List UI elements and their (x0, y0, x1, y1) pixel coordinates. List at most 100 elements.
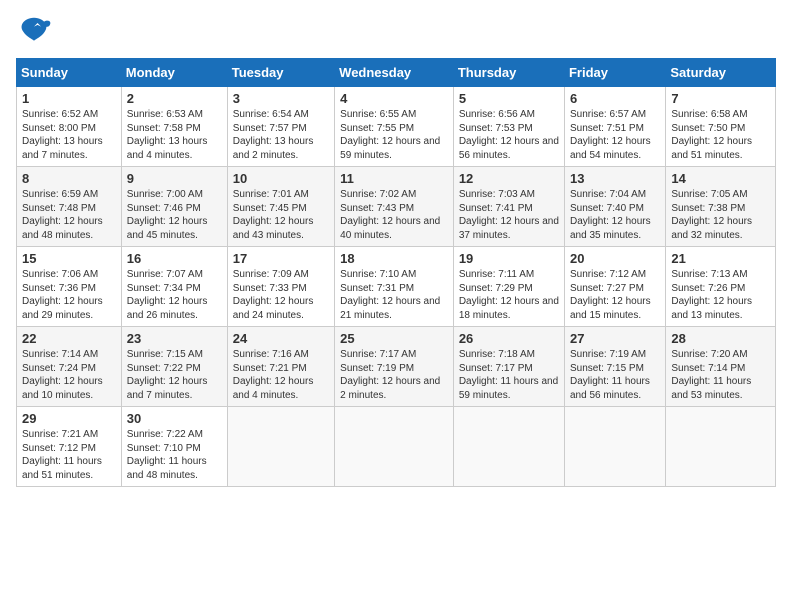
calendar-cell: 4 Sunrise: 6:55 AMSunset: 7:55 PMDaylight… (335, 87, 454, 167)
calendar-cell: 25 Sunrise: 7:17 AMSunset: 7:19 PMDayligh… (335, 327, 454, 407)
calendar-cell: 26Sunrise: 7:18 AMSunset: 7:17 PMDayligh… (453, 327, 564, 407)
day-number: 6 (570, 91, 660, 106)
day-number: 20 (570, 251, 660, 266)
day-content: Sunrise: 6:59 AMSunset: 7:48 PMDaylight:… (22, 188, 116, 242)
day-number: 25 (340, 331, 448, 346)
calendar-week-row: 29 Sunrise: 7:21 AMSunset: 7:12 PMDayligh… (17, 407, 776, 487)
calendar-cell: 9 Sunrise: 7:00 AMSunset: 7:46 PMDaylight… (121, 167, 227, 247)
day-number: 2 (127, 91, 222, 106)
day-number: 8 (22, 171, 116, 186)
column-header-friday: Friday (564, 59, 665, 87)
day-number: 29 (22, 411, 116, 426)
day-number: 3 (233, 91, 329, 106)
calendar-week-row: 22 Sunrise: 7:14 AMSunset: 7:24 PMDayligh… (17, 327, 776, 407)
day-content: Sunrise: 7:07 AMSunset: 7:34 PMDaylight:… (127, 268, 222, 322)
calendar-cell (335, 407, 454, 487)
column-header-wednesday: Wednesday (335, 59, 454, 87)
calendar-cell: 27Sunrise: 7:19 AMSunset: 7:15 PMDayligh… (564, 327, 665, 407)
day-content: Sunrise: 6:55 AMSunset: 7:55 PMDaylight:… (340, 108, 448, 162)
calendar-cell: 13 Sunrise: 7:04 AMSunset: 7:40 PMDayligh… (564, 167, 665, 247)
calendar-week-row: 8 Sunrise: 6:59 AMSunset: 7:48 PMDaylight… (17, 167, 776, 247)
column-header-monday: Monday (121, 59, 227, 87)
calendar-cell: 11Sunrise: 7:02 AMSunset: 7:43 PMDayligh… (335, 167, 454, 247)
day-content: Sunrise: 7:01 AMSunset: 7:45 PMDaylight:… (233, 188, 329, 242)
day-content: Sunrise: 7:00 AMSunset: 7:46 PMDaylight:… (127, 188, 222, 242)
day-number: 26 (459, 331, 559, 346)
day-content: Sunrise: 7:03 AMSunset: 7:41 PMDaylight:… (459, 188, 559, 242)
calendar-week-row: 15Sunrise: 7:06 AMSunset: 7:36 PMDayligh… (17, 247, 776, 327)
logo (16, 16, 56, 46)
day-content: Sunrise: 7:15 AMSunset: 7:22 PMDaylight:… (127, 348, 222, 402)
calendar-cell: 1 Sunrise: 6:52 AMSunset: 8:00 PMDaylight… (17, 87, 122, 167)
calendar-cell: 7Sunrise: 6:58 AMSunset: 7:50 PMDaylight… (666, 87, 776, 167)
day-content: Sunrise: 7:06 AMSunset: 7:36 PMDaylight:… (22, 268, 116, 322)
calendar-table: SundayMondayTuesdayWednesdayThursdayFrid… (16, 58, 776, 487)
day-content: Sunrise: 7:05 AMSunset: 7:38 PMDaylight:… (671, 188, 770, 242)
day-number: 16 (127, 251, 222, 266)
day-content: Sunrise: 6:52 AMSunset: 8:00 PMDaylight:… (22, 108, 116, 162)
day-content: Sunrise: 6:58 AMSunset: 7:50 PMDaylight:… (671, 108, 770, 162)
day-number: 4 (340, 91, 448, 106)
calendar-cell: 5Sunrise: 6:56 AMSunset: 7:53 PMDaylight… (453, 87, 564, 167)
calendar-cell: 10 Sunrise: 7:01 AMSunset: 7:45 PMDayligh… (227, 167, 334, 247)
day-number: 14 (671, 171, 770, 186)
column-header-sunday: Sunday (17, 59, 122, 87)
calendar-cell: 21 Sunrise: 7:13 AMSunset: 7:26 PMDayligh… (666, 247, 776, 327)
day-content: Sunrise: 7:02 AMSunset: 7:43 PMDaylight:… (340, 188, 448, 242)
day-number: 12 (459, 171, 559, 186)
calendar-cell: 18 Sunrise: 7:10 AMSunset: 7:31 PMDayligh… (335, 247, 454, 327)
calendar-cell (227, 407, 334, 487)
column-header-thursday: Thursday (453, 59, 564, 87)
calendar-cell: 14 Sunrise: 7:05 AMSunset: 7:38 PMDayligh… (666, 167, 776, 247)
day-number: 28 (671, 331, 770, 346)
calendar-cell: 8 Sunrise: 6:59 AMSunset: 7:48 PMDaylight… (17, 167, 122, 247)
calendar-cell: 28 Sunrise: 7:20 AMSunset: 7:14 PMDayligh… (666, 327, 776, 407)
calendar-cell (666, 407, 776, 487)
day-content: Sunrise: 7:04 AMSunset: 7:40 PMDaylight:… (570, 188, 660, 242)
day-content: Sunrise: 7:20 AMSunset: 7:14 PMDaylight:… (671, 348, 770, 402)
day-number: 5 (459, 91, 559, 106)
day-content: Sunrise: 7:22 AMSunset: 7:10 PMDaylight:… (127, 428, 222, 482)
calendar-cell: 2 Sunrise: 6:53 AMSunset: 7:58 PMDaylight… (121, 87, 227, 167)
day-content: Sunrise: 7:17 AMSunset: 7:19 PMDaylight:… (340, 348, 448, 402)
day-content: Sunrise: 7:21 AMSunset: 7:12 PMDaylight:… (22, 428, 116, 482)
day-number: 30 (127, 411, 222, 426)
day-content: Sunrise: 7:12 AMSunset: 7:27 PMDaylight:… (570, 268, 660, 322)
calendar-cell: 15Sunrise: 7:06 AMSunset: 7:36 PMDayligh… (17, 247, 122, 327)
calendar-cell: 30 Sunrise: 7:22 AMSunset: 7:10 PMDayligh… (121, 407, 227, 487)
calendar-cell: 12 Sunrise: 7:03 AMSunset: 7:41 PMDayligh… (453, 167, 564, 247)
day-content: Sunrise: 7:16 AMSunset: 7:21 PMDaylight:… (233, 348, 329, 402)
calendar-cell: 24Sunrise: 7:16 AMSunset: 7:21 PMDayligh… (227, 327, 334, 407)
day-content: Sunrise: 7:14 AMSunset: 7:24 PMDaylight:… (22, 348, 116, 402)
day-number: 19 (459, 251, 559, 266)
day-number: 21 (671, 251, 770, 266)
logo-icon (16, 16, 52, 46)
calendar-header-row: SundayMondayTuesdayWednesdayThursdayFrid… (17, 59, 776, 87)
calendar-cell: 19 Sunrise: 7:11 AMSunset: 7:29 PMDayligh… (453, 247, 564, 327)
day-number: 23 (127, 331, 222, 346)
calendar-cell (453, 407, 564, 487)
day-content: Sunrise: 7:13 AMSunset: 7:26 PMDaylight:… (671, 268, 770, 322)
calendar-cell: 3 Sunrise: 6:54 AMSunset: 7:57 PMDaylight… (227, 87, 334, 167)
calendar-week-row: 1 Sunrise: 6:52 AMSunset: 8:00 PMDaylight… (17, 87, 776, 167)
day-content: Sunrise: 7:09 AMSunset: 7:33 PMDaylight:… (233, 268, 329, 322)
day-content: Sunrise: 6:53 AMSunset: 7:58 PMDaylight:… (127, 108, 222, 162)
day-content: Sunrise: 6:54 AMSunset: 7:57 PMDaylight:… (233, 108, 329, 162)
calendar-cell: 6 Sunrise: 6:57 AMSunset: 7:51 PMDaylight… (564, 87, 665, 167)
day-number: 13 (570, 171, 660, 186)
column-header-saturday: Saturday (666, 59, 776, 87)
calendar-cell: 20 Sunrise: 7:12 AMSunset: 7:27 PMDayligh… (564, 247, 665, 327)
day-number: 1 (22, 91, 116, 106)
day-content: Sunrise: 6:57 AMSunset: 7:51 PMDaylight:… (570, 108, 660, 162)
day-content: Sunrise: 7:10 AMSunset: 7:31 PMDaylight:… (340, 268, 448, 322)
day-content: Sunrise: 7:11 AMSunset: 7:29 PMDaylight:… (459, 268, 559, 322)
day-number: 18 (340, 251, 448, 266)
calendar-cell: 17Sunrise: 7:09 AMSunset: 7:33 PMDayligh… (227, 247, 334, 327)
day-content: Sunrise: 7:19 AMSunset: 7:15 PMDaylight:… (570, 348, 660, 402)
calendar-cell: 22 Sunrise: 7:14 AMSunset: 7:24 PMDayligh… (17, 327, 122, 407)
day-number: 22 (22, 331, 116, 346)
calendar-cell: 16 Sunrise: 7:07 AMSunset: 7:34 PMDayligh… (121, 247, 227, 327)
day-number: 10 (233, 171, 329, 186)
day-number: 9 (127, 171, 222, 186)
header (16, 16, 776, 46)
